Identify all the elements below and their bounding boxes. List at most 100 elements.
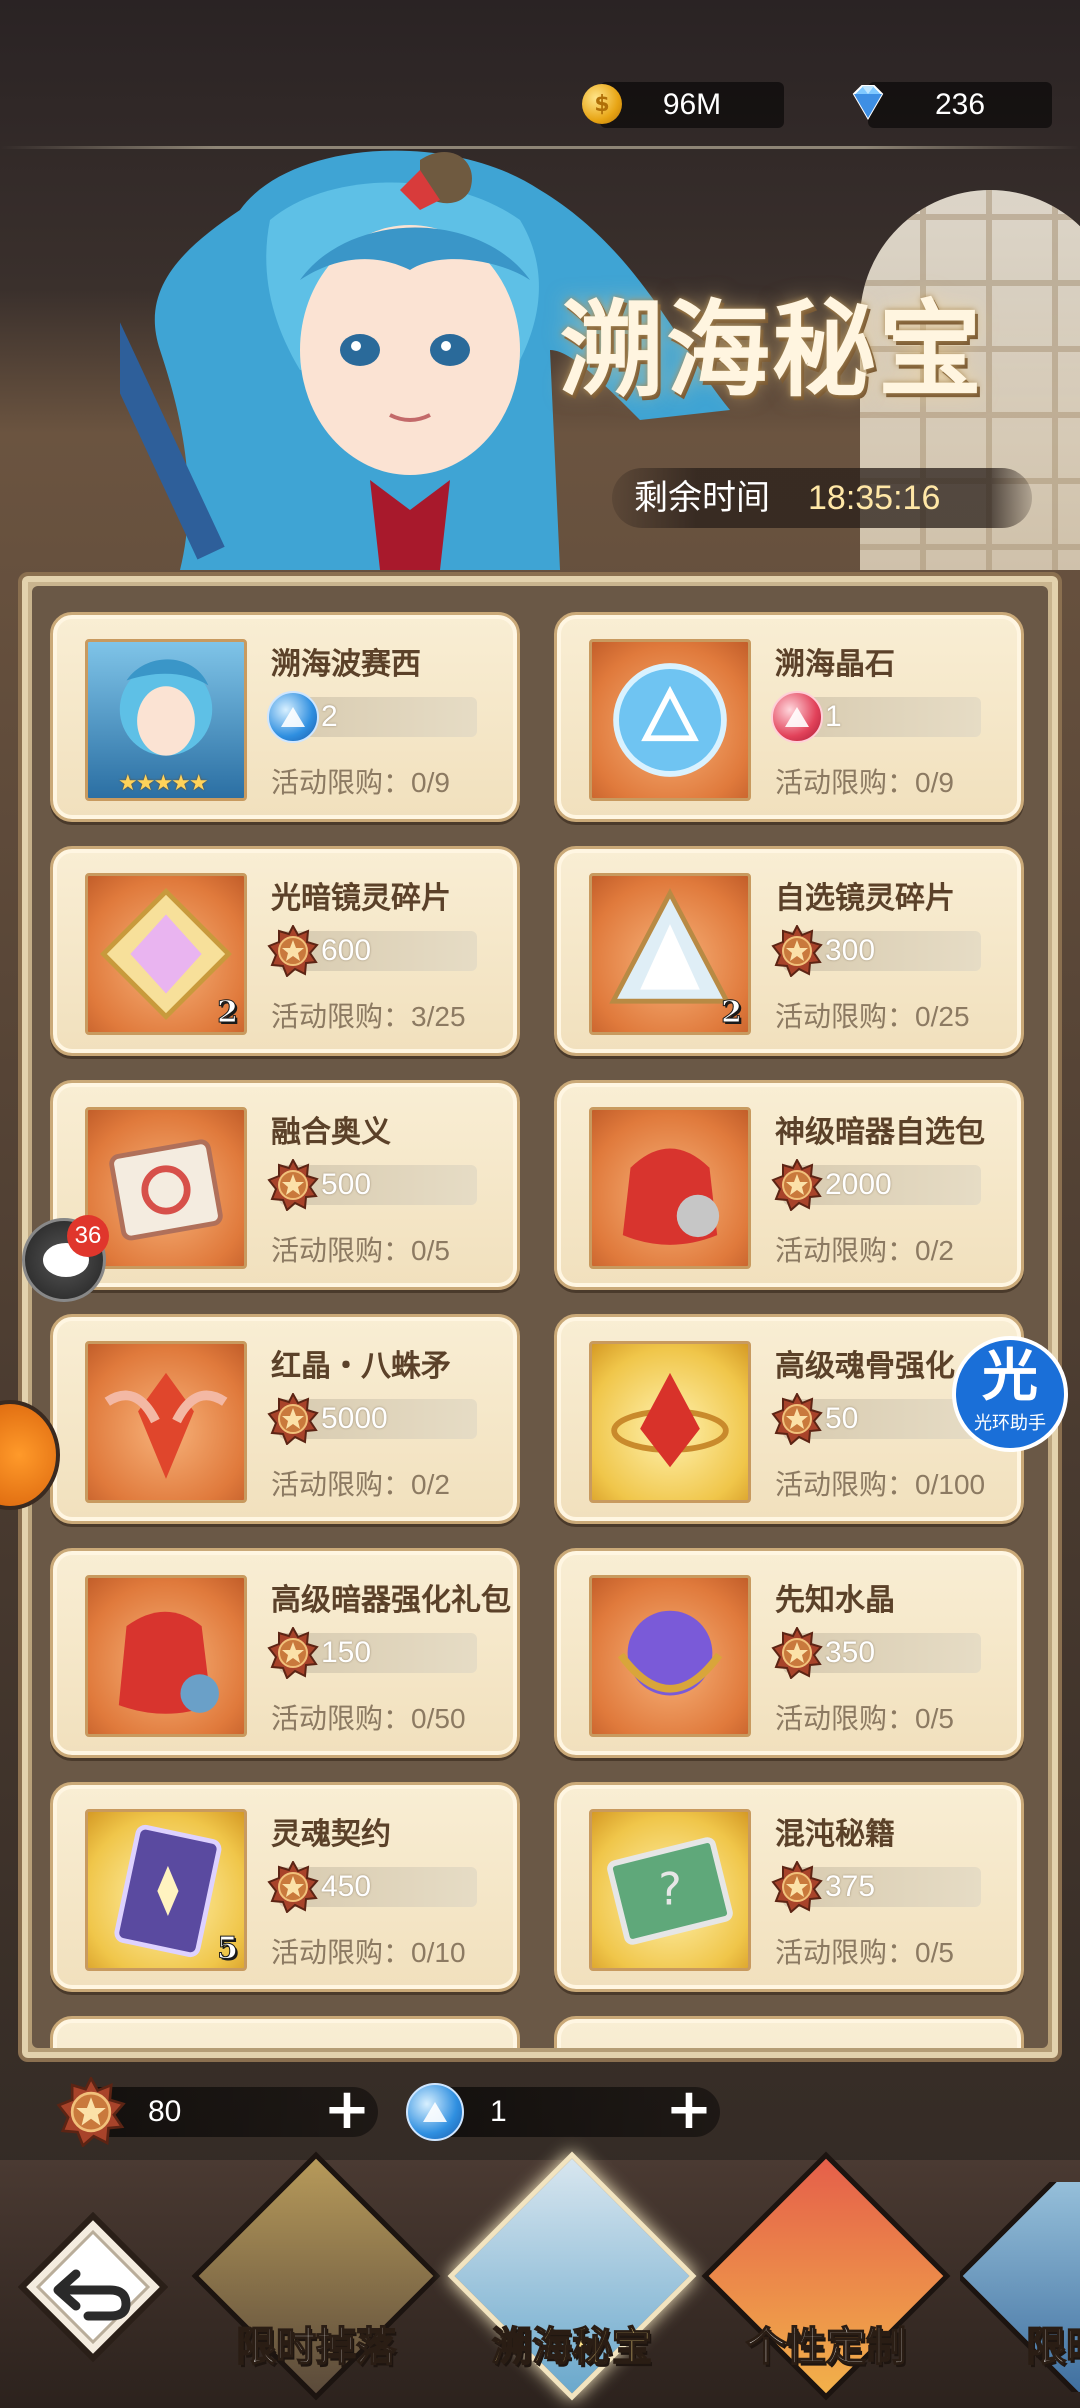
purchase-limit: 活动限购：0/100 xyxy=(775,1463,985,1503)
limit-value: 0/9 xyxy=(411,767,450,798)
medal-resource: 80 + xyxy=(57,2077,378,2147)
tab-limited[interactable]: 限时 xyxy=(960,2182,1080,2392)
shop-item-card-partial[interactable] xyxy=(50,2016,520,2048)
tab-label: 限时 xyxy=(1025,2322,1080,2371)
red-orb-icon xyxy=(771,691,823,743)
item-price: 600 xyxy=(321,934,372,967)
tab-custom[interactable]: 个性定制 xyxy=(701,2151,951,2401)
limit-value: 0/2 xyxy=(411,1469,450,1500)
item-name: 混沌秘籍 xyxy=(775,1817,895,1852)
item-name: 融合奥义 xyxy=(271,1115,391,1150)
limit-value: 0/50 xyxy=(411,1703,466,1734)
tab-sea-treasure[interactable]: 溯海秘宝 xyxy=(447,2151,697,2401)
item-image xyxy=(589,1341,751,1503)
gold-counter[interactable]: $ 96M xyxy=(582,82,784,128)
tab-label: 个性定制 xyxy=(745,2322,907,2371)
tab-label: 溯海秘宝 xyxy=(491,2322,653,2371)
item-image xyxy=(85,1107,247,1269)
item-price: 1 xyxy=(825,700,842,733)
medal-icon xyxy=(267,925,319,977)
item-name: 溯海晶石 xyxy=(775,647,895,682)
purchase-limit: 活动限购：3/25 xyxy=(271,995,466,1035)
purchase-limit: 活动限购：0/50 xyxy=(271,1697,466,1737)
shop-item-card[interactable]: 融合奥义 500 活动限购：0/5 xyxy=(50,1080,520,1290)
svg-text:?: ? xyxy=(658,1864,682,1915)
medal-icon xyxy=(771,1393,823,1445)
timer-value: 18:35:16 xyxy=(808,479,941,517)
item-name: 光暗镜灵碎片 xyxy=(271,881,451,916)
resource-bar: 80 + 1 + xyxy=(0,2077,1080,2147)
medal-count: 80 xyxy=(148,2095,182,2128)
item-price: 5000 xyxy=(321,1402,388,1435)
shop-item-card[interactable]: 2 光暗镜灵碎片 600 活动限购：3/25 xyxy=(50,846,520,1056)
back-button[interactable] xyxy=(18,2212,168,2362)
item-name: 溯海波赛西 xyxy=(271,647,421,682)
add-medal-button[interactable]: + xyxy=(320,2082,374,2139)
item-image xyxy=(85,1575,247,1737)
gold-value: 96M xyxy=(662,88,722,121)
item-quantity: 2 xyxy=(217,995,239,1031)
item-price: 50 xyxy=(825,1402,859,1435)
shop-item-card[interactable]: 高级暗器强化礼包 150 活动限购：0/50 xyxy=(50,1548,520,1758)
limit-label: 活动限购： xyxy=(775,1468,916,1501)
shop-item-card[interactable]: 溯海晶石 1 活动限购：0/9 xyxy=(554,612,1024,822)
item-name: 先知水晶 xyxy=(775,1583,895,1618)
helper-glyph: 光 xyxy=(982,1344,1038,1409)
shop-item-card-partial[interactable] xyxy=(554,2016,1024,2048)
tab-label: 限时掉落 xyxy=(235,2322,397,2371)
limit-value: 3/25 xyxy=(411,1001,466,1032)
item-image: ★★★★★ xyxy=(85,639,247,801)
limit-value: 0/9 xyxy=(915,767,954,798)
item-price: 2000 xyxy=(825,1168,892,1201)
purchase-limit: 活动限购：0/2 xyxy=(271,1463,450,1503)
shop-item-card[interactable]: 先知水晶 350 活动限购：0/5 xyxy=(554,1548,1024,1758)
item-price: 300 xyxy=(825,934,876,967)
shop-item-card[interactable]: 高级魂骨强化 50 活动限购：0/100 xyxy=(554,1314,1024,1524)
add-orb-button[interactable]: + xyxy=(662,2082,716,2139)
shop-item-card[interactable]: 红晶・八蛛矛 5000 活动限购：0/2 xyxy=(50,1314,520,1524)
limit-value: 0/5 xyxy=(915,1703,954,1734)
shop-item-card[interactable]: ★★★★★ 溯海波赛西 2 活动限购：0/9 xyxy=(50,612,520,822)
tab-limited-drop[interactable]: 限时掉落 xyxy=(191,2151,441,2401)
medal-icon xyxy=(771,1159,823,1211)
item-name: 自选镜灵碎片 xyxy=(775,881,955,916)
limit-value: 0/10 xyxy=(411,1937,466,1968)
chat-button[interactable]: 36 xyxy=(22,1215,109,1302)
limit-label: 活动限购： xyxy=(271,1468,412,1501)
item-image xyxy=(589,1575,751,1737)
item-name: 灵魂契约 xyxy=(271,1817,391,1852)
shop-item-card[interactable]: 神级暗器自选包 2000 活动限购：0/2 xyxy=(554,1080,1024,1290)
diamond-counter[interactable]: 236 xyxy=(868,82,1052,128)
shop-scroll-area[interactable]: ★★★★★ 溯海波赛西 2 活动限购：0/9 溯海晶石 1 活动限购：0/9 2 光暗镜灵碎片 6… xyxy=(32,586,1048,2048)
blue-orb-icon xyxy=(267,691,319,743)
top-divider xyxy=(0,146,1080,149)
diamond-value: 236 xyxy=(934,88,986,121)
limit-value: 0/25 xyxy=(915,1001,970,1032)
medal-icon xyxy=(267,1393,319,1445)
halo-helper-button[interactable]: 光 光环助手 xyxy=(952,1336,1068,1452)
item-price: 450 xyxy=(321,1870,372,1903)
medal-icon xyxy=(57,2077,125,2147)
limit-label: 活动限购： xyxy=(271,1000,412,1033)
shop-item-card[interactable]: 5 灵魂契约 450 活动限购：0/10 xyxy=(50,1782,520,1992)
medal-icon xyxy=(267,1627,319,1679)
purchase-limit: 活动限购：0/9 xyxy=(271,761,450,801)
medal-icon xyxy=(267,1861,319,1913)
medal-icon xyxy=(771,1861,823,1913)
item-name: 红晶・八蛛矛 xyxy=(271,1349,451,1384)
limit-label: 活动限购： xyxy=(775,1936,916,1969)
medal-icon xyxy=(267,1159,319,1211)
limit-label: 活动限购： xyxy=(271,1234,412,1267)
limit-label: 活动限购： xyxy=(775,1234,916,1267)
shop-item-card[interactable]: ? 混沌秘籍 375 活动限购：0/5 xyxy=(554,1782,1024,1992)
orb-resource: 1 + xyxy=(406,2082,720,2141)
currency-bar: $ 96M 236 xyxy=(0,82,1080,138)
item-price: 2 xyxy=(321,700,338,733)
hero-banner: 溯海秘宝 剩余时间 18:35:16 xyxy=(0,150,1080,570)
medal-icon xyxy=(771,1627,823,1679)
countdown-timer: 剩余时间 18:35:16 xyxy=(612,468,1032,528)
item-name: 高级暗器强化礼包 xyxy=(271,1583,511,1618)
medal-icon xyxy=(771,925,823,977)
shop-item-card[interactable]: 2 自选镜灵碎片 300 活动限购：0/25 xyxy=(554,846,1024,1056)
event-title: 溯海秘宝 xyxy=(560,288,985,411)
